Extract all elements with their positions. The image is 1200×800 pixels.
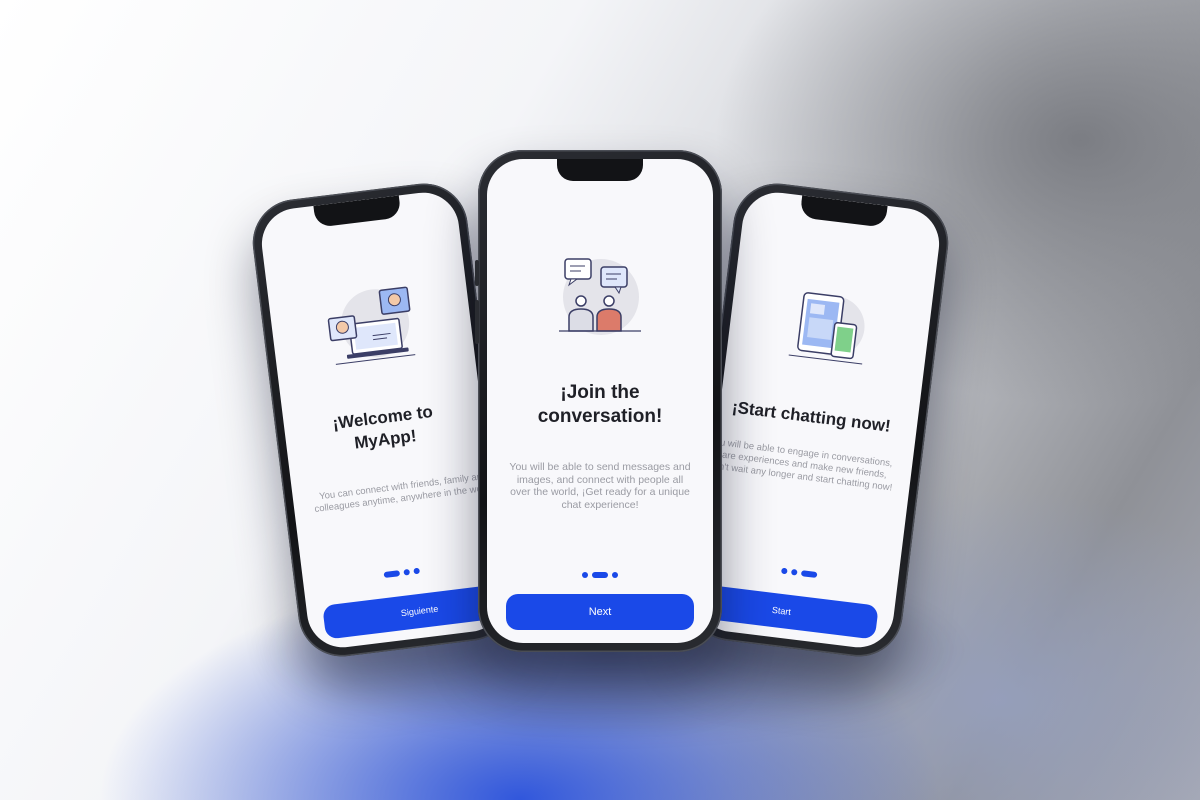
side-button (475, 300, 479, 344)
onboarding-description: You can connect with friends, family and… (313, 470, 496, 515)
chat-people-icon (559, 258, 641, 335)
onboarding-description: You will be able to send messages and im… (509, 461, 691, 511)
page-dot (403, 568, 411, 576)
onboarding-description: You will be able to engage in conversati… (703, 435, 894, 494)
screen-start: ¡Start chatting now! You will be able to… (692, 188, 944, 652)
onboarding-title: ¡Join the conversation! (537, 382, 663, 427)
next-button[interactable]: Next (506, 594, 694, 630)
devices-icon (788, 292, 865, 365)
page-dot (582, 572, 588, 578)
onboarding-title: ¡Start chatting now! (730, 397, 892, 436)
page-dot-active (383, 570, 401, 579)
page-dot-active (800, 570, 818, 579)
page-dot (612, 572, 618, 578)
page-dot-active (592, 572, 608, 578)
side-button (475, 260, 479, 286)
phone-notch (313, 195, 402, 228)
phone-notch (557, 159, 643, 181)
onboarding-title: ¡Welcome to MyApp! (331, 401, 434, 453)
page-dot (781, 567, 788, 575)
phone-join: ¡Join the conversation! You will be able… (475, 150, 722, 652)
video-call-icon (327, 286, 416, 365)
page-dot (413, 567, 420, 575)
phone-notch (799, 195, 888, 228)
screen-welcome: ¡Welcome to MyApp! You can connect with … (257, 188, 509, 652)
screen-join: ¡Join the conversation! You will be able… (487, 159, 713, 643)
page-indicator (582, 572, 618, 578)
page-indicator (383, 567, 420, 579)
page-indicator (781, 567, 818, 579)
page-dot (790, 568, 798, 576)
